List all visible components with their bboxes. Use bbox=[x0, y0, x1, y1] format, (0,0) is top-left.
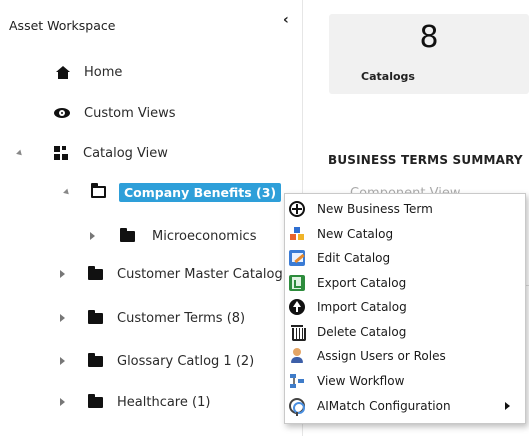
menu-item-label: Export Catalog bbox=[317, 276, 407, 290]
menu-item-label: Import Catalog bbox=[317, 300, 407, 314]
menu-item-label: Assign Users or Roles bbox=[317, 349, 446, 363]
menu-item-label: Delete Catalog bbox=[317, 325, 407, 339]
catalogs-stat-card[interactable]: 8 Catalogs bbox=[329, 14, 529, 94]
collapse-sidebar-icon[interactable]: ‹ bbox=[283, 12, 289, 28]
tree-item-label: Glossary Catlog 1 (2) bbox=[117, 353, 255, 369]
export-icon bbox=[289, 275, 305, 291]
sidebar-item-custom-views[interactable]: Custom Views bbox=[54, 101, 176, 125]
collapsed-arrow-icon[interactable] bbox=[60, 314, 65, 322]
menu-item-label: View Workflow bbox=[317, 374, 405, 388]
menu-item-view-workflow[interactable]: View Workflow bbox=[285, 369, 525, 393]
asset-workspace-screen: Asset Workspace ‹ Home Custom Views Cata… bbox=[0, 0, 529, 436]
stat-count: 8 bbox=[419, 20, 439, 55]
stat-label: Catalogs bbox=[361, 70, 415, 83]
expand-arrow-icon[interactable] bbox=[16, 149, 24, 157]
menu-item-label: Edit Catalog bbox=[317, 251, 391, 265]
folder-icon bbox=[88, 309, 103, 324]
folder-outline-icon bbox=[91, 183, 106, 198]
tree-item-glossary-catlog-1[interactable]: Glossary Catlog 1 (2) bbox=[60, 349, 254, 373]
tree-item-customer-master-catalog[interactable]: Customer Master Catalog bbox=[60, 262, 283, 286]
sidebar-item-label: Home bbox=[84, 64, 123, 80]
collapsed-arrow-icon[interactable] bbox=[60, 270, 65, 278]
sidebar: Asset Workspace ‹ Home Custom Views Cata… bbox=[0, 0, 303, 436]
sidebar-item-home[interactable]: Home bbox=[56, 60, 122, 84]
stat-count-wrap: 8 bbox=[329, 20, 529, 55]
trash-icon bbox=[289, 324, 306, 341]
tree-item-label: Customer Master Catalog bbox=[117, 266, 283, 282]
collapsed-arrow-icon[interactable] bbox=[60, 398, 65, 406]
tree-item-label: Customer Terms (8) bbox=[117, 310, 246, 326]
menu-item-import-catalog[interactable]: Import Catalog bbox=[285, 295, 525, 319]
expand-arrow-icon[interactable] bbox=[63, 188, 71, 196]
collapsed-arrow-icon[interactable] bbox=[90, 232, 95, 240]
user-icon bbox=[289, 348, 305, 364]
plus-circle-icon bbox=[289, 201, 305, 217]
catalog-grid-icon bbox=[54, 146, 68, 160]
menu-item-assign-users-or-roles[interactable]: Assign Users or Roles bbox=[285, 344, 525, 368]
menu-item-new-business-term[interactable]: New Business Term bbox=[285, 197, 525, 221]
folder-icon bbox=[88, 393, 103, 408]
sidebar-item-label: Catalog View bbox=[83, 145, 168, 161]
business-terms-summary-heading: BUSINESS TERMS SUMMARY bbox=[328, 153, 523, 167]
import-icon bbox=[289, 299, 305, 315]
menu-item-label: New Catalog bbox=[317, 227, 394, 241]
menu-item-export-catalog[interactable]: Export Catalog bbox=[285, 271, 525, 295]
submenu-arrow-icon bbox=[505, 402, 510, 410]
menu-item-new-catalog[interactable]: New Catalog bbox=[285, 222, 525, 246]
home-icon bbox=[56, 65, 70, 79]
tree-item-customer-terms[interactable]: Customer Terms (8) bbox=[60, 306, 245, 330]
menu-item-label: AIMatch Configuration bbox=[317, 399, 451, 413]
folder-icon bbox=[120, 227, 135, 242]
eye-icon bbox=[54, 108, 70, 118]
folder-icon bbox=[88, 265, 103, 280]
sidebar-item-catalog-view[interactable]: Catalog View bbox=[16, 141, 168, 165]
menu-item-label: New Business Term bbox=[317, 202, 433, 216]
new-catalog-icon bbox=[289, 226, 305, 242]
catalog-context-menu: New Business Term New Catalog Edit Catal… bbox=[284, 193, 526, 424]
aimatch-icon bbox=[289, 398, 305, 416]
tree-item-healthcare[interactable]: Healthcare (1) bbox=[60, 390, 210, 414]
menu-item-delete-catalog[interactable]: Delete Catalog bbox=[285, 320, 525, 344]
workflow-icon bbox=[289, 373, 305, 389]
sidebar-item-label: Custom Views bbox=[84, 105, 176, 121]
collapsed-arrow-icon[interactable] bbox=[60, 357, 65, 365]
sidebar-title: Asset Workspace bbox=[9, 18, 116, 33]
tree-item-company-benefits[interactable]: Company Benefits (3) bbox=[63, 180, 282, 204]
tree-item-label: Healthcare (1) bbox=[117, 394, 211, 410]
folder-icon bbox=[88, 352, 103, 367]
menu-item-edit-catalog[interactable]: Edit Catalog bbox=[285, 246, 525, 270]
tree-item-microeconomics[interactable]: Microeconomics bbox=[90, 224, 256, 248]
edit-icon bbox=[289, 250, 305, 266]
tree-item-label: Microeconomics bbox=[152, 228, 257, 244]
tree-item-label: Company Benefits (3) bbox=[119, 182, 282, 202]
menu-item-aimatch-configuration[interactable]: AIMatch Configuration bbox=[285, 394, 525, 418]
